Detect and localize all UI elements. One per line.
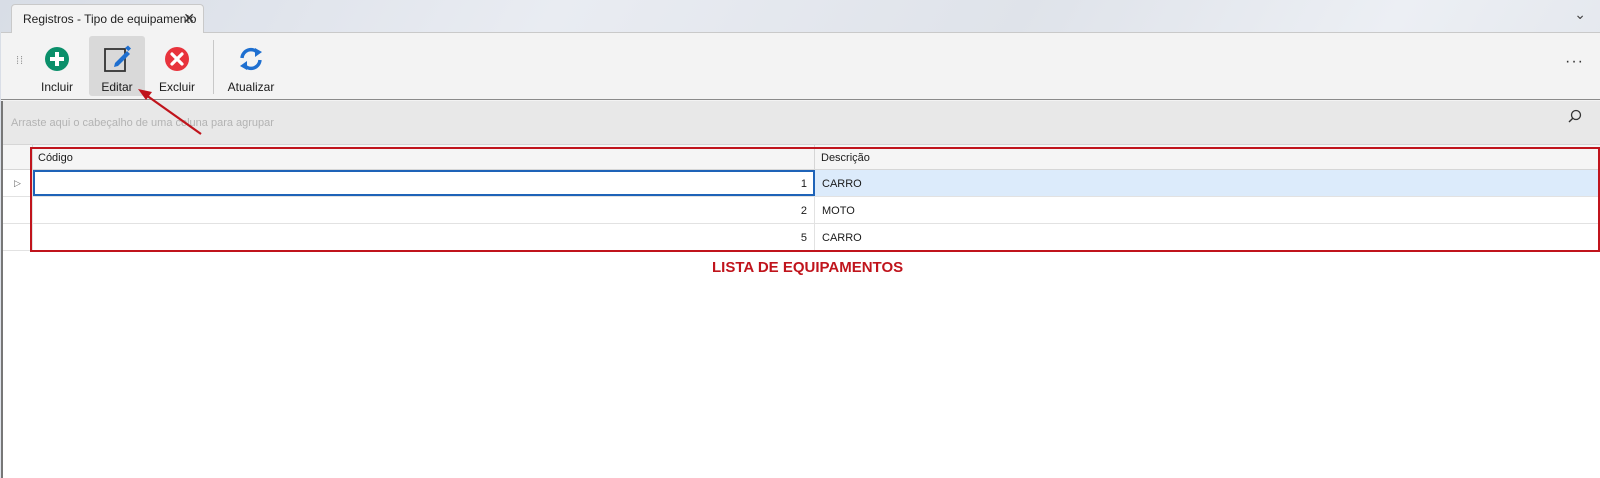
tab-registros-tipo-equipamento[interactable]: Registros - Tipo de equipamento ✕ — [11, 4, 204, 33]
row-indicator-cell — [3, 197, 33, 223]
editar-button[interactable]: Editar — [89, 36, 145, 96]
row-indicator-cell — [3, 224, 33, 250]
edit-icon — [103, 45, 131, 73]
column-header-codigo[interactable]: Código — [33, 145, 815, 170]
group-by-hint: Arraste aqui o cabeçalho de uma coluna p… — [11, 117, 274, 129]
header-indicator-cell — [3, 145, 33, 170]
toolbar: ⁞⁞ Incluir Editar Excluir Atualizar ··· — [1, 33, 1600, 100]
excluir-button[interactable]: Excluir — [151, 36, 203, 96]
editar-label: Editar — [101, 80, 133, 94]
delete-circle-icon — [163, 45, 191, 73]
row-indicator-icon: ▷ — [3, 170, 33, 196]
refresh-icon — [237, 45, 265, 73]
cell-codigo[interactable]: 2 — [33, 197, 815, 223]
grid-header: Código Descrição — [3, 144, 1600, 170]
chevron-down-icon[interactable]: ⌄ — [1574, 6, 1586, 23]
tab-strip: Registros - Tipo de equipamento ✕ ⌄ — [0, 0, 1600, 33]
search-icon[interactable] — [1568, 109, 1582, 126]
tab-title: Registros - Tipo de equipamento — [23, 12, 197, 26]
cell-descricao[interactable]: MOTO — [815, 197, 1600, 223]
cell-codigo[interactable]: 5 — [33, 224, 815, 250]
atualizar-label: Atualizar — [227, 80, 275, 94]
cell-descricao[interactable]: CARRO — [815, 170, 1600, 196]
group-by-panel[interactable]: Arraste aqui o cabeçalho de uma coluna p… — [1, 101, 1600, 144]
cell-codigo[interactable]: 1 — [33, 170, 815, 196]
table-row[interactable]: 2 MOTO — [3, 197, 1600, 224]
annotation-label: LISTA DE EQUIPAMENTOS — [712, 259, 904, 276]
table-row[interactable]: 5 CARRO — [3, 224, 1600, 251]
excluir-label: Excluir — [158, 80, 195, 94]
cell-descricao[interactable]: CARRO — [815, 224, 1600, 250]
more-options-icon[interactable]: ··· — [1565, 53, 1584, 71]
incluir-label: Incluir — [40, 80, 73, 94]
drag-handle-icon[interactable]: ⁞⁞ — [16, 56, 24, 67]
document-panel: ⁞⁞ Incluir Editar Excluir Atualizar ··· … — [1, 32, 1600, 478]
close-icon[interactable]: ✕ — [183, 10, 195, 27]
atualizar-button[interactable]: Atualizar — [219, 36, 283, 96]
add-circle-icon — [43, 45, 71, 73]
equipment-grid: Código Descrição ▷ 1 CARRO 2 MOTO 5 CARR… — [1, 144, 1600, 478]
table-row[interactable]: ▷ 1 CARRO — [3, 170, 1600, 197]
column-header-descricao[interactable]: Descrição — [815, 145, 1600, 170]
toolbar-separator — [213, 40, 214, 94]
incluir-button[interactable]: Incluir — [31, 36, 83, 96]
